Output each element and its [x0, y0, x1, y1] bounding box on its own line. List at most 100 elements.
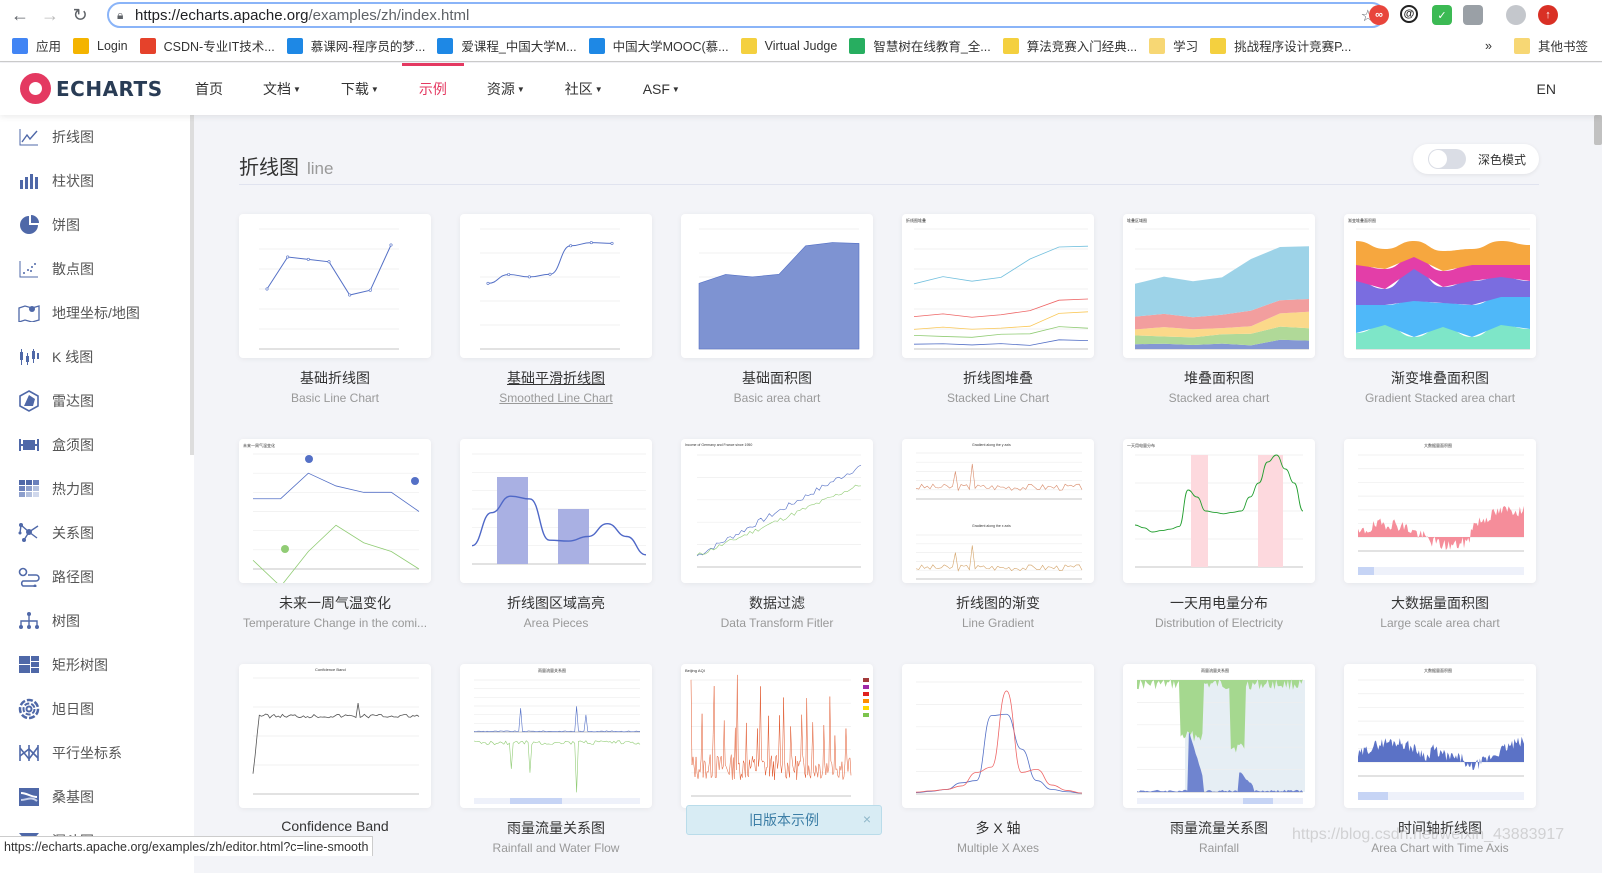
example-card[interactable]: 堆叠区域图 堆叠面积图 Stacked area chart — [1123, 214, 1315, 405]
example-thumbnail[interactable]: 大数据量面积图 — [1344, 439, 1536, 583]
example-thumbnail[interactable]: 雨量流量关系图 — [460, 664, 652, 808]
example-card[interactable]: Gradient along the y axis Gradient along … — [902, 439, 1094, 630]
example-subtitle[interactable]: Distribution of Electricity — [1123, 616, 1315, 630]
close-icon[interactable]: × — [863, 811, 871, 827]
example-card[interactable]: 渐变堆叠面积图 渐变堆叠面积图 Gradient Stacked area char… — [1344, 214, 1536, 405]
other-bookmarks[interactable]: 其他书签 — [1513, 36, 1588, 55]
example-thumbnail[interactable]: 一天用电量分布 — [1123, 439, 1315, 583]
example-subtitle[interactable]: Basic Line Chart — [239, 391, 431, 405]
example-title[interactable]: 基础平滑折线图 — [460, 368, 652, 388]
example-subtitle[interactable]: Rainfall and Water Flow — [460, 841, 652, 855]
example-card[interactable]: 雨量流量关系图 雨量流量关系图 Rainfall and Water Flow — [460, 664, 652, 855]
address-bar[interactable]: 🔒︎ https://echarts.apache.org/examples/z… — [107, 2, 1385, 28]
example-card[interactable]: 折线图堆叠 折线图堆叠 Stacked Line Chart — [902, 214, 1094, 405]
example-title[interactable]: 折线图堆叠 — [902, 368, 1094, 388]
sidebar-item[interactable]: 折线图 — [0, 115, 194, 159]
bookmark-item[interactable]: 学习 — [1149, 36, 1198, 55]
example-subtitle[interactable]: Temperature Change in the comi... — [239, 616, 431, 630]
example-title[interactable]: Confidence Band — [239, 818, 431, 834]
example-subtitle[interactable]: Basic area chart — [681, 391, 873, 405]
sidebar-item[interactable]: 路径图 — [0, 555, 194, 599]
example-card[interactable]: 未来一周气温变化 未来一周气温变化 Temperature Change in th… — [239, 439, 431, 630]
sidebar-item[interactable]: 饼图 — [0, 203, 194, 247]
extension-shield-icon[interactable]: ✓ — [1432, 5, 1452, 25]
example-thumbnail[interactable] — [902, 664, 1094, 808]
old-version-banner[interactable]: 旧版本示例 × — [686, 805, 882, 835]
example-title[interactable]: 数据过滤 — [681, 593, 873, 613]
nav-item[interactable]: 下载 ▼ — [341, 63, 379, 115]
example-thumbnail[interactable] — [460, 214, 652, 358]
example-thumbnail[interactable]: Gradient along the y axis Gradient along … — [902, 439, 1094, 583]
bookmark-item[interactable]: 中国大学MOOC(慕... — [588, 36, 729, 55]
example-title[interactable]: 堆叠面积图 — [1123, 368, 1315, 388]
example-title[interactable]: 折线图区域高亮 — [460, 593, 652, 613]
nav-item[interactable]: 文档 ▼ — [263, 63, 301, 115]
sidebar-item[interactable]: 柱状图 — [0, 159, 194, 203]
nav-item[interactable]: 社区 ▼ — [565, 63, 603, 115]
sidebar-item[interactable]: 关系图 — [0, 511, 194, 555]
extension-link-icon[interactable]: @ — [1400, 5, 1418, 23]
language-switch[interactable]: EN — [1537, 81, 1556, 97]
sidebar-item[interactable]: 散点图 — [0, 247, 194, 291]
example-subtitle[interactable]: Large scale area chart — [1344, 616, 1536, 630]
sidebar-item[interactable]: K 线图 — [0, 335, 194, 379]
reload-button[interactable]: ↻ — [65, 0, 95, 30]
sidebar-item[interactable]: 旭日图 — [0, 687, 194, 731]
bookmark-item[interactable]: 爱课程_中国大学M... — [437, 36, 577, 55]
example-card[interactable]: 基础面积图 Basic area chart — [681, 214, 873, 405]
example-title[interactable]: 雨量流量关系图 — [1123, 818, 1315, 838]
example-card[interactable]: 大数据量面积图 大数据量面积图 Large scale area chart — [1344, 439, 1536, 630]
dark-mode-toggle[interactable]: 深色模式 — [1413, 144, 1539, 174]
example-title[interactable]: 折线图的渐变 — [902, 593, 1094, 613]
bookmark-item[interactable]: 挑战程序设计竞赛P... — [1210, 36, 1351, 55]
bookmark-item[interactable]: 智慧树在线教育_全... — [849, 36, 991, 55]
nav-item[interactable]: 示例 — [401, 63, 464, 115]
example-card[interactable]: Confidence Band Confidence Band — [239, 664, 431, 837]
example-thumbnail[interactable] — [239, 214, 431, 358]
example-thumbnail[interactable]: 未来一周气温变化 — [239, 439, 431, 583]
example-subtitle[interactable]: Area Pieces — [460, 616, 652, 630]
example-title[interactable]: 雨量流量关系图 — [460, 818, 652, 838]
nav-item[interactable]: 首页 — [195, 63, 223, 115]
example-subtitle[interactable]: Stacked Line Chart — [902, 391, 1094, 405]
bookmark-item[interactable]: 应用 — [12, 36, 61, 55]
sidebar-item[interactable]: 雷达图 — [0, 379, 194, 423]
profile-avatar-icon[interactable] — [1506, 5, 1526, 25]
example-thumbnail[interactable]: Income of Germany and France since 1950 — [681, 439, 873, 583]
example-thumbnail[interactable] — [681, 214, 873, 358]
example-card[interactable]: 雨量流量关系图 雨量流量关系图 Rainfall — [1123, 664, 1315, 855]
bookmark-item[interactable]: Virtual Judge — [740, 37, 837, 54]
nav-item[interactable]: ASF ▼ — [643, 63, 680, 115]
example-card[interactable]: 基础平滑折线图 Smoothed Line Chart — [460, 214, 652, 405]
example-thumbnail[interactable]: 大数据量面积图 — [1344, 664, 1536, 808]
example-thumbnail[interactable]: 渐变堆叠面积图 — [1344, 214, 1536, 358]
bookmark-item[interactable]: 慕课网-程序员的梦... — [286, 36, 425, 55]
example-thumbnail[interactable]: 折线图堆叠 — [902, 214, 1094, 358]
example-title[interactable]: 基础面积图 — [681, 368, 873, 388]
example-thumbnail[interactable] — [460, 439, 652, 583]
example-title[interactable]: 渐变堆叠面积图 — [1344, 368, 1536, 388]
bookmark-item[interactable]: 算法竞赛入门经典... — [1002, 36, 1137, 55]
example-title[interactable]: 未来一周气温变化 — [239, 593, 431, 613]
sidebar-item[interactable]: 平行坐标系 — [0, 731, 194, 775]
example-thumbnail[interactable]: 雨量流量关系图 — [1123, 664, 1315, 808]
echarts-logo[interactable]: ECHARTS — [20, 73, 163, 104]
sidebar-item[interactable]: 地理坐标/地图 — [0, 291, 194, 335]
example-subtitle[interactable]: Line Gradient — [902, 616, 1094, 630]
forward-button[interactable]: → — [35, 0, 65, 30]
bookmark-item[interactable]: CSDN-专业IT技术... — [139, 36, 275, 55]
sidebar-item[interactable]: 桑基图 — [0, 775, 194, 819]
example-card[interactable]: 一天用电量分布 一天用电量分布 Distribution of Electricit… — [1123, 439, 1315, 630]
toggle-switch[interactable] — [1428, 149, 1466, 169]
example-title[interactable]: 基础折线图 — [239, 368, 431, 388]
back-button[interactable]: ← — [5, 0, 35, 30]
example-subtitle[interactable]: Rainfall — [1123, 841, 1315, 855]
example-subtitle[interactable]: Smoothed Line Chart — [460, 391, 652, 405]
more-bookmarks-button[interactable]: » — [1485, 39, 1492, 53]
example-card[interactable]: Income of Germany and France since 1950 数… — [681, 439, 873, 630]
extension-infinity-icon[interactable]: ∞ — [1369, 5, 1389, 25]
example-card[interactable]: 多 X 轴 Multiple X Axes — [902, 664, 1094, 855]
example-thumbnail[interactable]: Beijing AQI — [681, 664, 873, 808]
example-subtitle[interactable]: Stacked area chart — [1123, 391, 1315, 405]
bookmark-item[interactable]: Login — [73, 37, 128, 54]
